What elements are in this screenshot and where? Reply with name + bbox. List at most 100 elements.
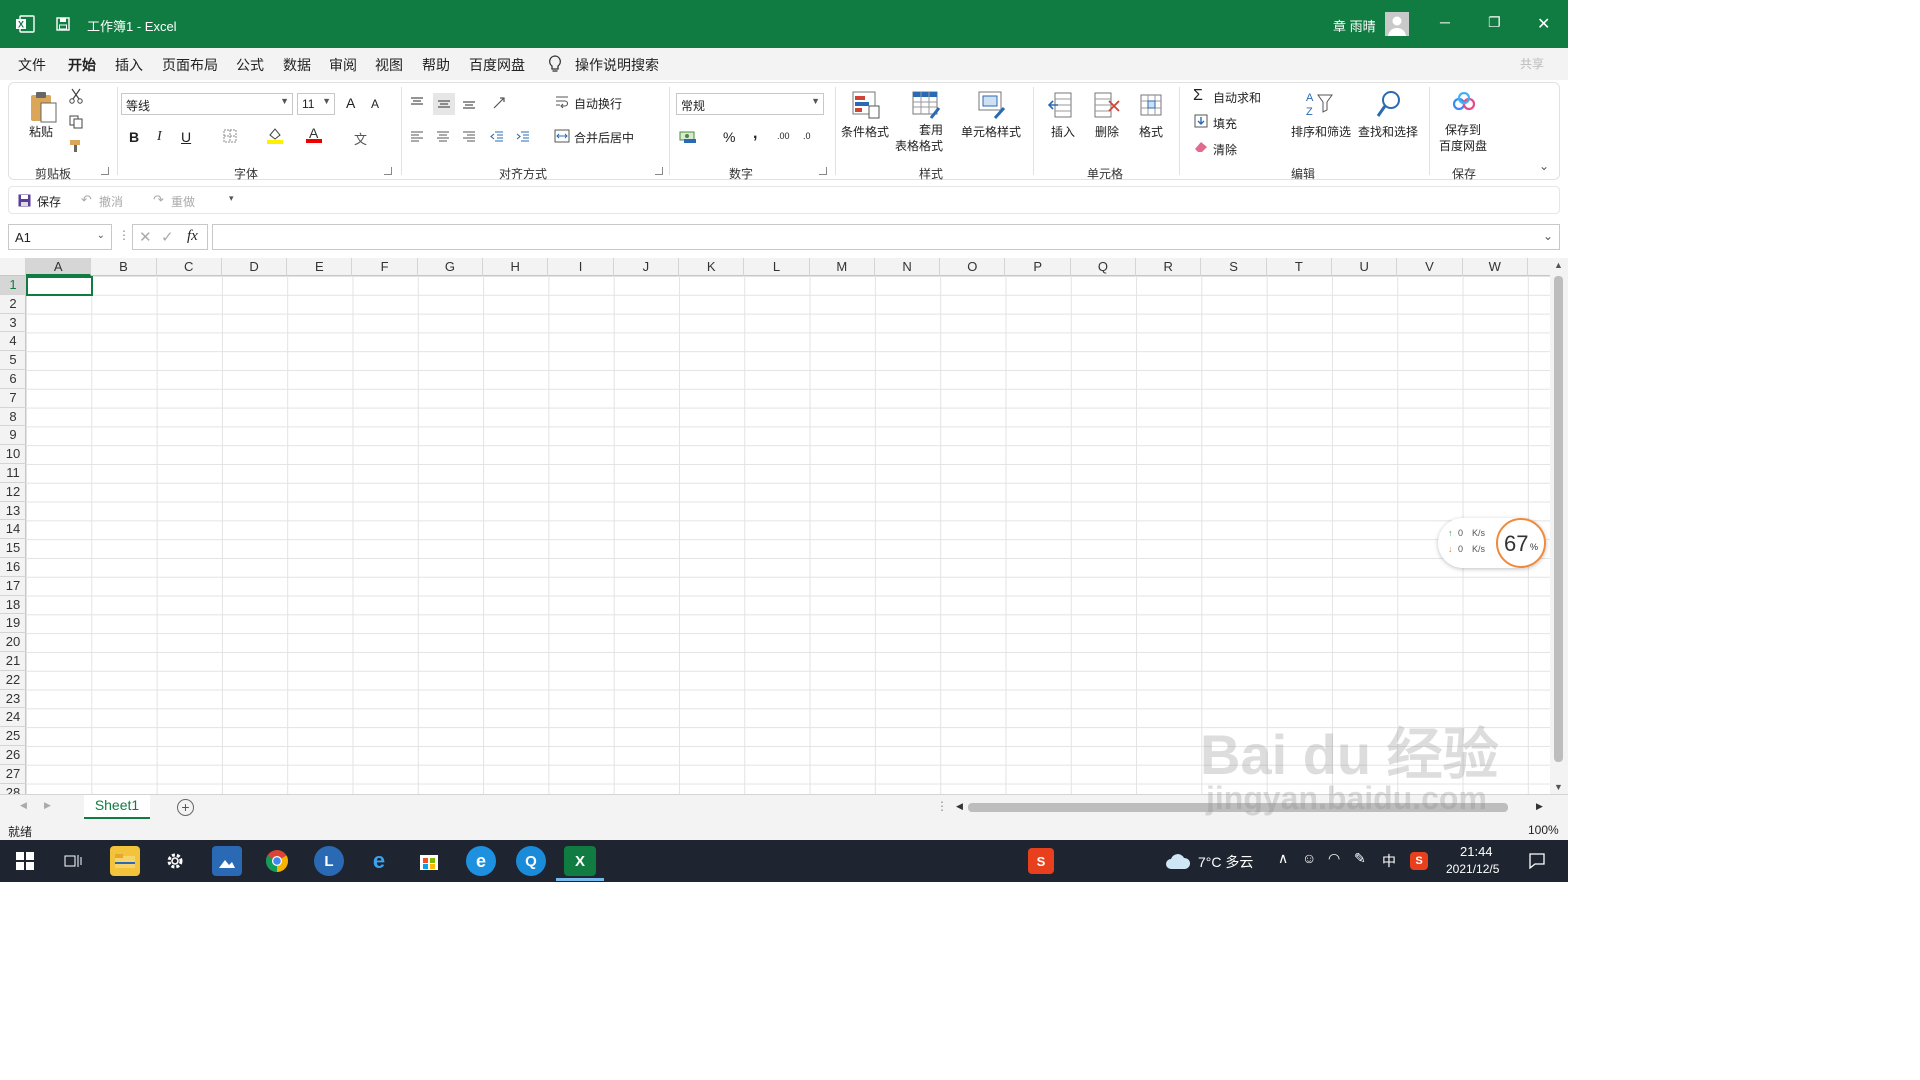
percent-button[interactable]: % — [723, 129, 735, 145]
row-header[interactable]: 28 — [0, 784, 26, 794]
fill-button[interactable]: 填充 — [1213, 115, 1237, 132]
pen-icon[interactable]: ✎ — [1354, 850, 1366, 867]
insert-function-button[interactable]: fx — [187, 228, 198, 245]
redo-icon[interactable]: ↷ — [153, 192, 164, 208]
collapse-ribbon-icon[interactable]: ⌄ — [1539, 159, 1549, 173]
orientation-icon[interactable] — [489, 93, 511, 113]
select-all-corner[interactable] — [0, 258, 26, 276]
row-header[interactable]: 16 — [0, 558, 26, 577]
sigma-icon[interactable]: Σ — [1193, 87, 1203, 105]
find-select-button[interactable]: 查找和选择 — [1358, 123, 1418, 140]
column-header[interactable]: M — [810, 258, 875, 276]
grow-font-button[interactable]: A — [346, 95, 355, 111]
row-header[interactable]: 18 — [0, 596, 26, 615]
save-icon[interactable] — [52, 0, 74, 48]
sheet-tab-sheet1[interactable]: Sheet1 — [84, 795, 150, 819]
row-header[interactable]: 26 — [0, 746, 26, 765]
row-header[interactable]: 14 — [0, 520, 26, 540]
qq-tray-icon[interactable]: ☺ — [1302, 850, 1316, 866]
row-header[interactable]: 21 — [0, 652, 26, 671]
column-header[interactable]: L — [744, 258, 810, 276]
user-avatar-icon[interactable] — [1384, 0, 1410, 48]
decrease-decimal-button[interactable]: .0 — [803, 131, 811, 141]
column-header[interactable]: J — [614, 258, 679, 276]
increase-indent-icon[interactable] — [513, 127, 533, 147]
undo-icon[interactable]: ↶ — [81, 192, 92, 208]
column-header[interactable]: H — [483, 258, 549, 276]
photos-icon[interactable] — [212, 846, 242, 876]
row-header[interactable]: 10 — [0, 445, 26, 464]
l-app-icon[interactable]: L — [314, 846, 344, 876]
row-header[interactable]: 6 — [0, 370, 26, 389]
sort-filter-icon[interactable]: AZ — [1303, 87, 1335, 121]
alignment-launcher-icon[interactable] — [655, 167, 663, 175]
cut-icon[interactable] — [67, 87, 85, 105]
row-header[interactable]: 11 — [0, 464, 26, 483]
ie-icon[interactable]: e — [364, 846, 394, 876]
bold-button[interactable]: B — [129, 129, 139, 145]
row-header[interactable]: 1 — [0, 276, 26, 295]
row-header[interactable]: 5 — [0, 351, 26, 370]
row-header[interactable]: 9 — [0, 426, 26, 446]
row-header[interactable]: 12 — [0, 483, 26, 502]
align-center-icon[interactable] — [433, 127, 453, 147]
baidu-netdisk-icon[interactable] — [1449, 89, 1479, 117]
font-size-combo[interactable]: 11 ▼ — [297, 93, 335, 115]
format-cells-icon[interactable] — [1135, 89, 1167, 121]
tell-me-search[interactable]: 操作说明搜索 — [575, 55, 659, 75]
tab-page-layout[interactable]: 页面布局 — [162, 55, 218, 75]
format-painter-icon[interactable] — [67, 137, 85, 155]
save-to-netdisk-line1[interactable]: 保存到 — [1445, 121, 1481, 138]
tab-review[interactable]: 审阅 — [329, 55, 357, 75]
format-as-table-line2[interactable]: 表格格式 — [895, 137, 943, 154]
merge-center-button[interactable]: 合并后居中 — [574, 129, 634, 146]
tab-help[interactable]: 帮助 — [422, 55, 450, 75]
cell-styles-icon[interactable] — [975, 89, 1009, 121]
row-header[interactable]: 20 — [0, 633, 26, 652]
column-header[interactable]: U — [1332, 258, 1398, 276]
network-speed-widget[interactable]: ↑ 0 K/s ↓ 0 K/s 67 % — [1438, 518, 1546, 568]
column-header[interactable]: B — [91, 258, 157, 276]
cell-styles-button[interactable]: 单元格样式 — [961, 123, 1021, 140]
align-top-icon[interactable] — [407, 93, 427, 113]
font-launcher-icon[interactable] — [384, 167, 392, 175]
clipboard-launcher-icon[interactable] — [101, 167, 109, 175]
decrease-indent-icon[interactable] — [487, 127, 507, 147]
paste-icon[interactable] — [27, 89, 59, 125]
row-header[interactable]: 24 — [0, 708, 26, 728]
excel-logo-icon[interactable]: X — [12, 0, 38, 48]
customize-qat-icon[interactable]: ▾ — [229, 193, 234, 204]
notification-icon[interactable] — [1522, 846, 1552, 876]
settings-gear-icon[interactable] — [160, 846, 190, 876]
fill-down-icon[interactable] — [1193, 113, 1209, 129]
redo-button[interactable]: 重做 — [171, 193, 195, 210]
column-header[interactable]: R — [1136, 258, 1202, 276]
wifi-icon[interactable]: ◠ — [1328, 850, 1340, 867]
font-color-icon[interactable]: A — [305, 125, 325, 145]
prev-sheet-icon[interactable]: ◀ — [20, 800, 27, 811]
tab-data[interactable]: 数据 — [283, 55, 311, 75]
row-header[interactable]: 3 — [0, 314, 26, 333]
formula-input[interactable]: ⌄ — [212, 224, 1560, 250]
zoom-level[interactable]: 100% — [1528, 823, 1559, 837]
align-middle-icon[interactable] — [433, 93, 455, 115]
column-header[interactable]: N — [875, 258, 941, 276]
shrink-font-button[interactable]: A — [371, 97, 379, 111]
column-header[interactable]: F — [353, 258, 418, 276]
column-header[interactable]: S — [1201, 258, 1267, 276]
task-view-icon[interactable] — [58, 846, 88, 876]
cancel-entry-icon[interactable]: ✕ — [139, 228, 152, 246]
tab-formulas[interactable]: 公式 — [236, 55, 264, 75]
vertical-scroll-thumb[interactable] — [1554, 276, 1563, 762]
comma-button[interactable]: , — [753, 125, 757, 143]
next-sheet-icon[interactable]: ▶ — [44, 800, 51, 811]
scroll-up-icon[interactable]: ▲ — [1554, 260, 1563, 270]
row-header[interactable]: 13 — [0, 502, 26, 521]
clock-time[interactable]: 21:44 — [1460, 844, 1493, 859]
copy-icon[interactable] — [67, 113, 85, 131]
row-header[interactable]: 8 — [0, 408, 26, 427]
conditional-format-button[interactable]: 条件格式 — [841, 123, 889, 140]
scroll-right-icon[interactable]: ▶ — [1536, 801, 1543, 812]
number-format-combo[interactable]: 常规 ▼ — [676, 93, 824, 115]
edge-icon[interactable]: e — [466, 846, 496, 876]
